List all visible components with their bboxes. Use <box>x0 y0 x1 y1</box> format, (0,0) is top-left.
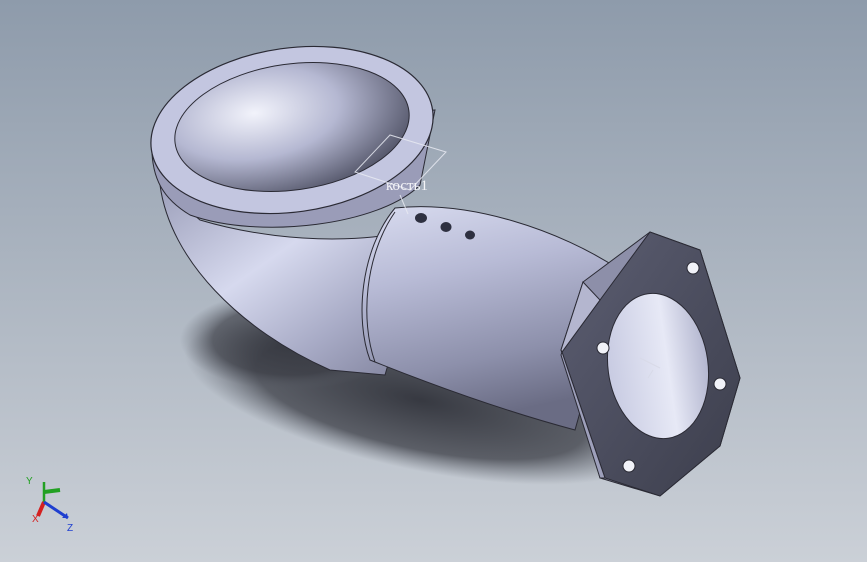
x-axis-label: X <box>32 514 39 525</box>
axis-triad: Y X Z <box>26 476 73 534</box>
z-axis-label: Z <box>67 523 73 534</box>
y-axis-label: Y <box>26 476 33 487</box>
model-scene[interactable] <box>0 0 867 562</box>
y-axis-arm <box>43 488 61 494</box>
z-axis-line <box>43 500 69 520</box>
flange-bolt-hole <box>622 459 636 473</box>
graphics-viewport[interactable]: кость1 Y X Z <box>0 0 867 562</box>
reference-plane-label[interactable]: кость1 <box>386 178 428 195</box>
flange-bolt-hole <box>686 261 700 275</box>
flange-bolt-hole <box>596 341 610 355</box>
flange-bolt-hole <box>713 377 727 391</box>
x-axis-line <box>36 501 46 517</box>
